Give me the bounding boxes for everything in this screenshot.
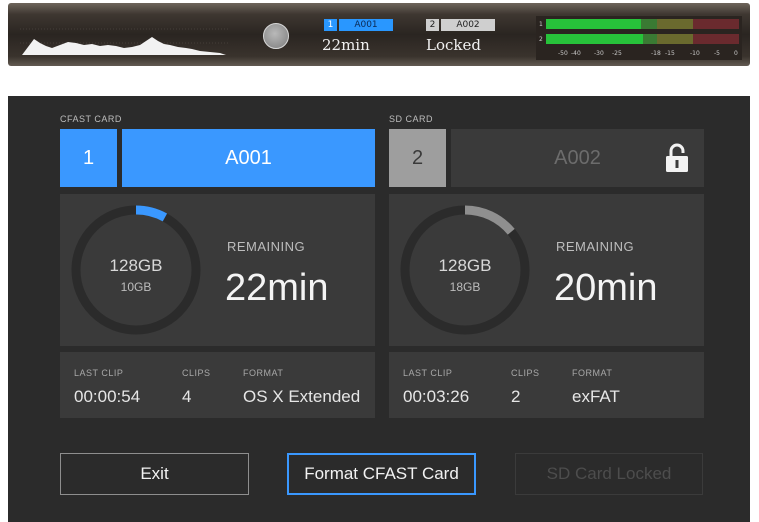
meter-channel-2-label: 2 <box>539 36 543 43</box>
meter-scale-tick: -18 <box>651 50 661 57</box>
sd-clips-label: CLIPS <box>511 368 540 378</box>
slot2-clip-name: A002 <box>441 19 495 31</box>
meter-scale-tick: 0 <box>734 50 738 57</box>
sd-capacity: 128GB <box>438 256 492 275</box>
sd-info-panel: 128GB 18GB REMAINING 20min <box>389 194 704 346</box>
cfast-format: OS X Extended <box>243 387 361 406</box>
cfast-clip-name[interactable]: A001 <box>122 129 375 187</box>
audio-meters[interactable]: 1 2 -50 -40 -30 -25 -18 -15 -10 -5 0 <box>536 16 742 60</box>
sd-format-label: FORMAT <box>572 368 613 378</box>
cfast-remaining-label: REMAINING <box>227 239 306 254</box>
slot2-indicator[interactable]: 2 A002 <box>426 19 495 31</box>
meter-scale-tick: -50 <box>558 50 568 57</box>
sd-remaining-time: 20min <box>554 267 658 309</box>
sd-stats-panel: LAST CLIP 00:03:26 CLIPS 2 FORMAT exFAT <box>389 352 704 418</box>
cfast-remaining-time: 22min <box>225 267 329 309</box>
cfast-clips-label: CLIPS <box>182 368 211 378</box>
storage-panel: CFAST CARD SD CARD 1 A001 2 A002 128GB 1… <box>8 96 750 522</box>
cfast-last-clip: 00:00:54 <box>74 387 141 406</box>
slot1-remaining: 22min <box>322 36 370 54</box>
status-bar: 1 A001 22min 2 A002 Locked 1 2 -50 -40 -… <box>8 3 750 66</box>
histogram <box>20 28 228 55</box>
sd-last-clip: 00:03:26 <box>403 387 470 406</box>
exit-button[interactable]: Exit <box>60 453 249 495</box>
sd-card-locked-button: SD Card Locked <box>515 453 703 495</box>
meter-channel-1-level <box>546 19 641 29</box>
meter-channel-2-level <box>546 34 643 44</box>
cfast-format-label: FORMAT <box>243 368 284 378</box>
sd-slot-number[interactable]: 2 <box>389 129 446 187</box>
cfast-info-panel: 128GB 10GB REMAINING 22min <box>60 194 375 346</box>
cfast-last-clip-label: LAST CLIP <box>74 368 124 378</box>
slot2-status: Locked <box>426 36 481 54</box>
meter-channel-1-label: 1 <box>539 21 543 28</box>
sd-last-clip-label: LAST CLIP <box>403 368 453 378</box>
meter-scale-tick: -10 <box>690 50 700 57</box>
slot1-clip-name: A001 <box>339 19 393 31</box>
format-cfast-button[interactable]: Format CFAST Card <box>287 453 476 495</box>
padlock-icon <box>666 143 688 172</box>
meter-scale-tick: -25 <box>612 50 622 57</box>
sd-used: 18GB <box>449 280 481 294</box>
sd-clips-count: 2 <box>511 387 521 406</box>
sd-remaining-label: REMAINING <box>556 239 635 254</box>
slot1-number: 1 <box>324 19 337 31</box>
meter-scale-tick: -40 <box>571 50 581 57</box>
sd-card-label: SD CARD <box>389 114 434 124</box>
cfast-capacity: 128GB <box>109 256 163 275</box>
cfast-clips-count: 4 <box>182 387 192 406</box>
cfast-slot-number[interactable]: 1 <box>60 129 117 187</box>
cfast-stats-panel: LAST CLIP 00:00:54 CLIPS 4 FORMAT OS X E… <box>60 352 375 418</box>
sd-format: exFAT <box>572 387 620 406</box>
slot1-indicator[interactable]: 1 A001 <box>324 19 393 31</box>
cfast-used: 10GB <box>120 280 152 294</box>
record-button[interactable] <box>263 23 289 49</box>
meter-scale-tick: -5 <box>714 50 720 57</box>
meter-scale-tick: -15 <box>665 50 675 57</box>
slot2-number: 2 <box>426 19 439 31</box>
cfast-card-label: CFAST CARD <box>60 114 122 124</box>
meter-scale-tick: -30 <box>594 50 604 57</box>
